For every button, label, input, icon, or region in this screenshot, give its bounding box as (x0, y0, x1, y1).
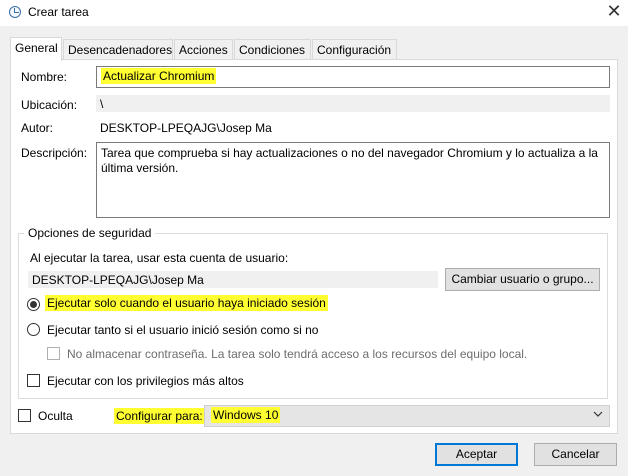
hidden-label: Oculta (38, 409, 73, 423)
run-logged-on-radio[interactable] (27, 298, 40, 311)
window-title: Crear tarea (28, 5, 89, 19)
account-value: DESKTOP-LPEQAJG\Josep Ma (28, 271, 438, 288)
tab-conditions[interactable]: Condiciones (234, 39, 311, 60)
highest-privileges-label: Ejecutar con los privilegios más altos (47, 374, 244, 388)
no-store-password-checkbox[interactable] (47, 347, 60, 360)
configure-for-dropdown[interactable]: Windows 10 (204, 405, 610, 427)
title-bar: Crear tarea ✕ (0, 0, 628, 26)
change-user-button[interactable]: Cambiar usuario o grupo... (445, 268, 600, 291)
tab-triggers[interactable]: Desencadenadores (63, 39, 173, 60)
tab-general[interactable]: General (10, 37, 62, 61)
highest-privileges-checkbox[interactable] (27, 374, 40, 387)
configure-for-value: Windows 10 (211, 407, 281, 423)
clock-icon (9, 6, 21, 18)
configure-for-label: Configurar para: (114, 408, 205, 424)
author-label: Autor: (21, 121, 54, 135)
tab-actions[interactable]: Acciones (174, 39, 233, 60)
close-icon[interactable]: ✕ (600, 0, 628, 24)
run-logged-on-label: Ejecutar solo cuando el usuario haya ini… (45, 295, 328, 311)
hidden-checkbox[interactable] (18, 409, 31, 422)
name-value: Actualizar Chromium (101, 68, 217, 84)
description-field[interactable]: Tarea que comprueba si hay actualizacion… (96, 142, 610, 218)
account-prompt: Al ejecutar la tarea, usar esta cuenta d… (30, 251, 289, 265)
name-label: Nombre: (21, 70, 68, 84)
tab-settings[interactable]: Configuración (312, 39, 397, 60)
run-whether-logged-label: Ejecutar tanto si el usuario inició sesi… (47, 323, 319, 337)
accept-button[interactable]: Aceptar (435, 443, 518, 466)
cancel-button[interactable]: Cancelar (534, 443, 617, 466)
chevron-down-icon (593, 411, 603, 417)
description-label: Descripción: (21, 146, 88, 160)
no-store-password-label: No almacenar contraseña. La tarea solo t… (67, 347, 528, 361)
author-value: DESKTOP-LPEQAJG\Josep Ma (100, 121, 272, 135)
security-options-title: Opciones de seguridad (24, 226, 156, 240)
name-field[interactable]: Actualizar Chromium (96, 66, 610, 88)
run-whether-logged-radio[interactable] (27, 323, 40, 336)
location-label: Ubicación: (21, 98, 78, 112)
location-value: \ (96, 95, 610, 112)
